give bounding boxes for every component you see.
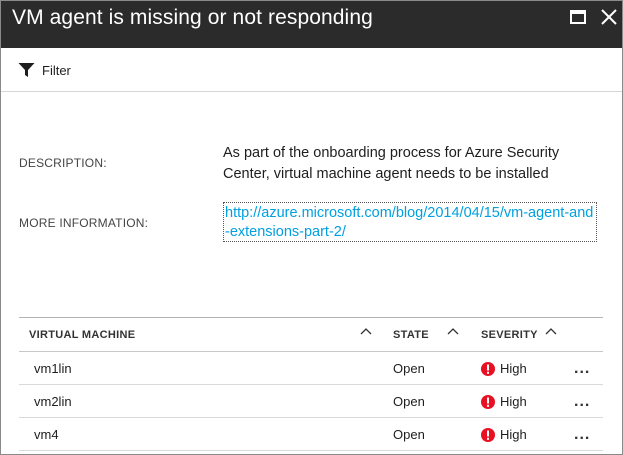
vm-name-cell: vm4 — [34, 427, 59, 442]
maximize-icon[interactable] — [570, 10, 586, 24]
error-circle-icon — [481, 395, 495, 409]
sort-chevron-up-icon[interactable] — [447, 326, 459, 336]
filter-button[interactable]: Filter — [18, 60, 71, 80]
severity-cell: High — [500, 394, 527, 409]
description-label: DESCRIPTION: — [19, 156, 107, 170]
error-circle-icon — [481, 362, 495, 376]
column-header-virtual-machine[interactable]: VIRTUAL MACHINE — [29, 329, 135, 341]
description-value: As part of the onboarding process for Az… — [223, 145, 560, 182]
grid-header: VIRTUAL MACHINE STATE SEVERITY — [19, 317, 603, 352]
filter-icon — [18, 63, 35, 77]
table-row[interactable]: vm2lin Open High ... — [19, 385, 603, 418]
command-bar: Filter — [1, 48, 622, 92]
sort-chevron-up-icon[interactable] — [545, 326, 557, 336]
table-row[interactable]: vm4 Open High ... — [19, 418, 603, 451]
blade: VM agent is missing or not responding Fi… — [0, 0, 623, 455]
state-cell: Open — [393, 361, 425, 376]
column-header-state[interactable]: STATE — [393, 329, 429, 341]
column-header-severity[interactable]: SEVERITY — [481, 329, 538, 341]
more-options-button[interactable]: ... — [574, 393, 590, 411]
sort-chevron-up-icon[interactable] — [360, 326, 372, 336]
blade-titlebar: VM agent is missing or not responding — [1, 1, 622, 48]
filter-label: Filter — [42, 62, 71, 78]
state-cell: Open — [393, 427, 425, 442]
vm-name-cell: vm2lin — [34, 394, 72, 409]
severity-cell: High — [500, 361, 527, 376]
close-icon[interactable] — [600, 8, 618, 26]
vm-name-cell: vm1lin — [34, 361, 72, 376]
more-information-label: MORE INFORMATION: — [19, 216, 149, 230]
table-row[interactable]: vm1lin Open High ... — [19, 352, 603, 385]
blade-title: VM agent is missing or not responding — [12, 6, 373, 29]
more-information-link[interactable]: http://azure.microsoft.com/blog/2014/04/… — [223, 202, 597, 242]
error-circle-icon — [481, 428, 495, 442]
more-options-button[interactable]: ... — [574, 360, 590, 378]
recommendation-grid: VIRTUAL MACHINE STATE SEVERITY vm1lin Op… — [19, 317, 603, 451]
severity-cell: High — [500, 427, 527, 442]
state-cell: Open — [393, 394, 425, 409]
more-options-button[interactable]: ... — [574, 426, 590, 444]
